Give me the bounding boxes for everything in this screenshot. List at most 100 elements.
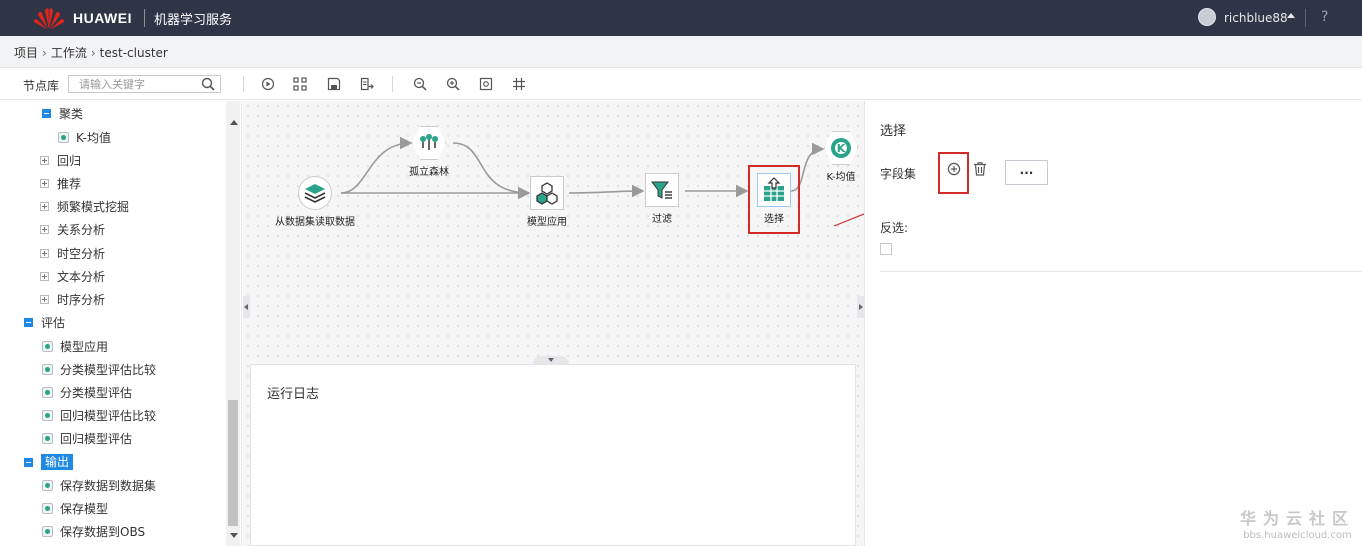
node-kmeans[interactable]: K K-均值: [824, 131, 858, 183]
run-log-panel: 运行日志: [250, 364, 856, 546]
scroll-down-icon[interactable]: [230, 533, 238, 538]
tree-category-spatiotemporal[interactable]: 时空分析: [40, 243, 105, 263]
node-search[interactable]: [68, 75, 221, 93]
fit-icon: [479, 77, 493, 91]
trash-icon[interactable]: [972, 161, 988, 177]
run-button[interactable]: [259, 75, 277, 93]
node-label: 模型应用: [527, 217, 567, 228]
collapse-right-handle[interactable]: [857, 296, 864, 318]
service-name[interactable]: 机器学习服务: [154, 9, 232, 28]
tree-category-text[interactable]: 文本分析: [40, 266, 105, 286]
tree-label: 回归: [57, 153, 82, 168]
tree-category-recommendation[interactable]: 推荐: [40, 173, 81, 193]
help-icon[interactable]: ?: [1321, 9, 1328, 25]
collapse-icon[interactable]: [24, 457, 33, 467]
tree-label: K-均值: [76, 130, 111, 145]
evaluation-icon: [42, 386, 53, 398]
scrollbar-thumb[interactable]: [228, 400, 238, 526]
breadcrumb-item-current: test-cluster: [99, 46, 168, 60]
export-button[interactable]: [358, 75, 376, 93]
brand-divider: [144, 9, 145, 27]
search-input[interactable]: [69, 76, 197, 92]
tree-node-save-obs[interactable]: 保存数据到OBS: [42, 521, 145, 541]
tree-category-timeseries[interactable]: 时序分析: [40, 289, 105, 309]
collapse-icon[interactable]: [24, 317, 33, 327]
plus-circle-icon: [947, 162, 960, 175]
expand-icon[interactable]: [40, 271, 49, 281]
caret-up-icon[interactable]: [1287, 13, 1295, 18]
collapse-left-handle[interactable]: [243, 296, 250, 318]
tree-node-reg-eval-compare[interactable]: 回归模型评估比较: [42, 405, 156, 425]
huawei-logo: [34, 8, 64, 30]
grid-button[interactable]: [510, 75, 528, 93]
tree-label: 推荐: [57, 176, 82, 191]
tree-label: 关系分析: [57, 222, 106, 237]
toolbar-divider: [392, 76, 393, 92]
node-isolation-forest[interactable]: 孤立森林: [409, 126, 449, 178]
expand-icon[interactable]: [40, 155, 49, 165]
tree-label: 模型应用: [60, 339, 109, 354]
watermark: 华为云社区 bbs.huaweicloud.com: [1240, 505, 1355, 541]
tree-node-kmeans[interactable]: K-均值: [58, 127, 111, 147]
save-icon: [327, 77, 341, 91]
tree-node-save-model[interactable]: 保存模型: [42, 498, 108, 518]
tree-group-output[interactable]: 输出: [24, 452, 74, 472]
expand-icon[interactable]: [40, 201, 49, 211]
tree-label: 聚类: [59, 106, 84, 121]
expand-icon[interactable]: [40, 294, 49, 304]
node-filter[interactable]: 过滤: [645, 173, 679, 225]
zoom-out-icon: [413, 77, 427, 91]
node-select[interactable]: 选择: [748, 165, 800, 234]
tree-label: 回归模型评估比较: [60, 408, 157, 423]
search-icon[interactable]: [201, 77, 215, 91]
zoom-out-button[interactable]: [411, 75, 429, 93]
tree-category-clustering[interactable]: 聚类: [42, 103, 83, 123]
tree-node-model-apply[interactable]: 模型应用: [42, 336, 108, 356]
user-avatar[interactable]: [1198, 8, 1216, 26]
fit-view-button[interactable]: [477, 75, 495, 93]
tree-node-cls-eval[interactable]: 分类模型评估: [42, 382, 132, 402]
field-select-more-button[interactable]: ···: [1005, 160, 1048, 185]
node-label: 从数据集读取数据: [275, 217, 355, 228]
save-obs-icon: [42, 525, 53, 537]
kmeans-icon: K: [824, 131, 858, 165]
scroll-up-icon[interactable]: [230, 120, 238, 125]
zoom-in-button[interactable]: [444, 75, 462, 93]
tree-node-reg-eval[interactable]: 回归模型评估: [42, 428, 132, 448]
tree-category-relation[interactable]: 关系分析: [40, 219, 105, 239]
toolbar-divider: [243, 76, 244, 92]
model-apply-icon: [42, 340, 53, 352]
breadcrumb: 项目 › 工作流 › test-cluster: [14, 44, 168, 61]
tree-category-frequent-pattern[interactable]: 频繁模式挖掘: [40, 196, 129, 216]
tree-label: 频繁模式挖掘: [57, 199, 130, 214]
breadcrumb-item-workflow[interactable]: 工作流: [51, 44, 87, 61]
node-label: 选择: [764, 214, 784, 225]
node-model-apply[interactable]: 模型应用: [527, 176, 567, 228]
tree-label: 时空分析: [57, 246, 106, 261]
node-read-dataset[interactable]: 从数据集读取数据: [275, 176, 355, 228]
tree-node-save-dataset[interactable]: 保存数据到数据集: [42, 475, 156, 495]
node-library-label: 节点库: [23, 79, 60, 93]
breadcrumb-item-project[interactable]: 项目: [14, 44, 38, 61]
collapse-icon[interactable]: [42, 108, 51, 118]
header-divider: [1305, 9, 1306, 27]
run-icon: [261, 77, 275, 91]
add-field-button[interactable]: [938, 152, 969, 194]
tree-category-regression[interactable]: 回归: [40, 150, 81, 170]
tree-label: 保存模型: [60, 501, 109, 516]
expand-icon[interactable]: [40, 178, 49, 188]
edge-apply-filter: [568, 184, 645, 198]
expand-icon[interactable]: [40, 224, 49, 234]
invert-checkbox[interactable]: [880, 243, 892, 255]
tree-group-evaluation[interactable]: 评估: [24, 312, 65, 332]
collapse-log-handle[interactable]: [533, 356, 569, 364]
tree-icon: [412, 126, 446, 160]
tree-node-cls-eval-compare[interactable]: 分类模型评估比较: [42, 359, 156, 379]
layout-button[interactable]: [291, 75, 309, 93]
save-button[interactable]: [325, 75, 343, 93]
expand-icon[interactable]: [40, 248, 49, 258]
evaluation-icon: [42, 409, 53, 421]
user-menu[interactable]: richblue88: [1224, 11, 1288, 25]
layers-icon: [298, 176, 332, 210]
svg-text:K: K: [837, 142, 846, 155]
